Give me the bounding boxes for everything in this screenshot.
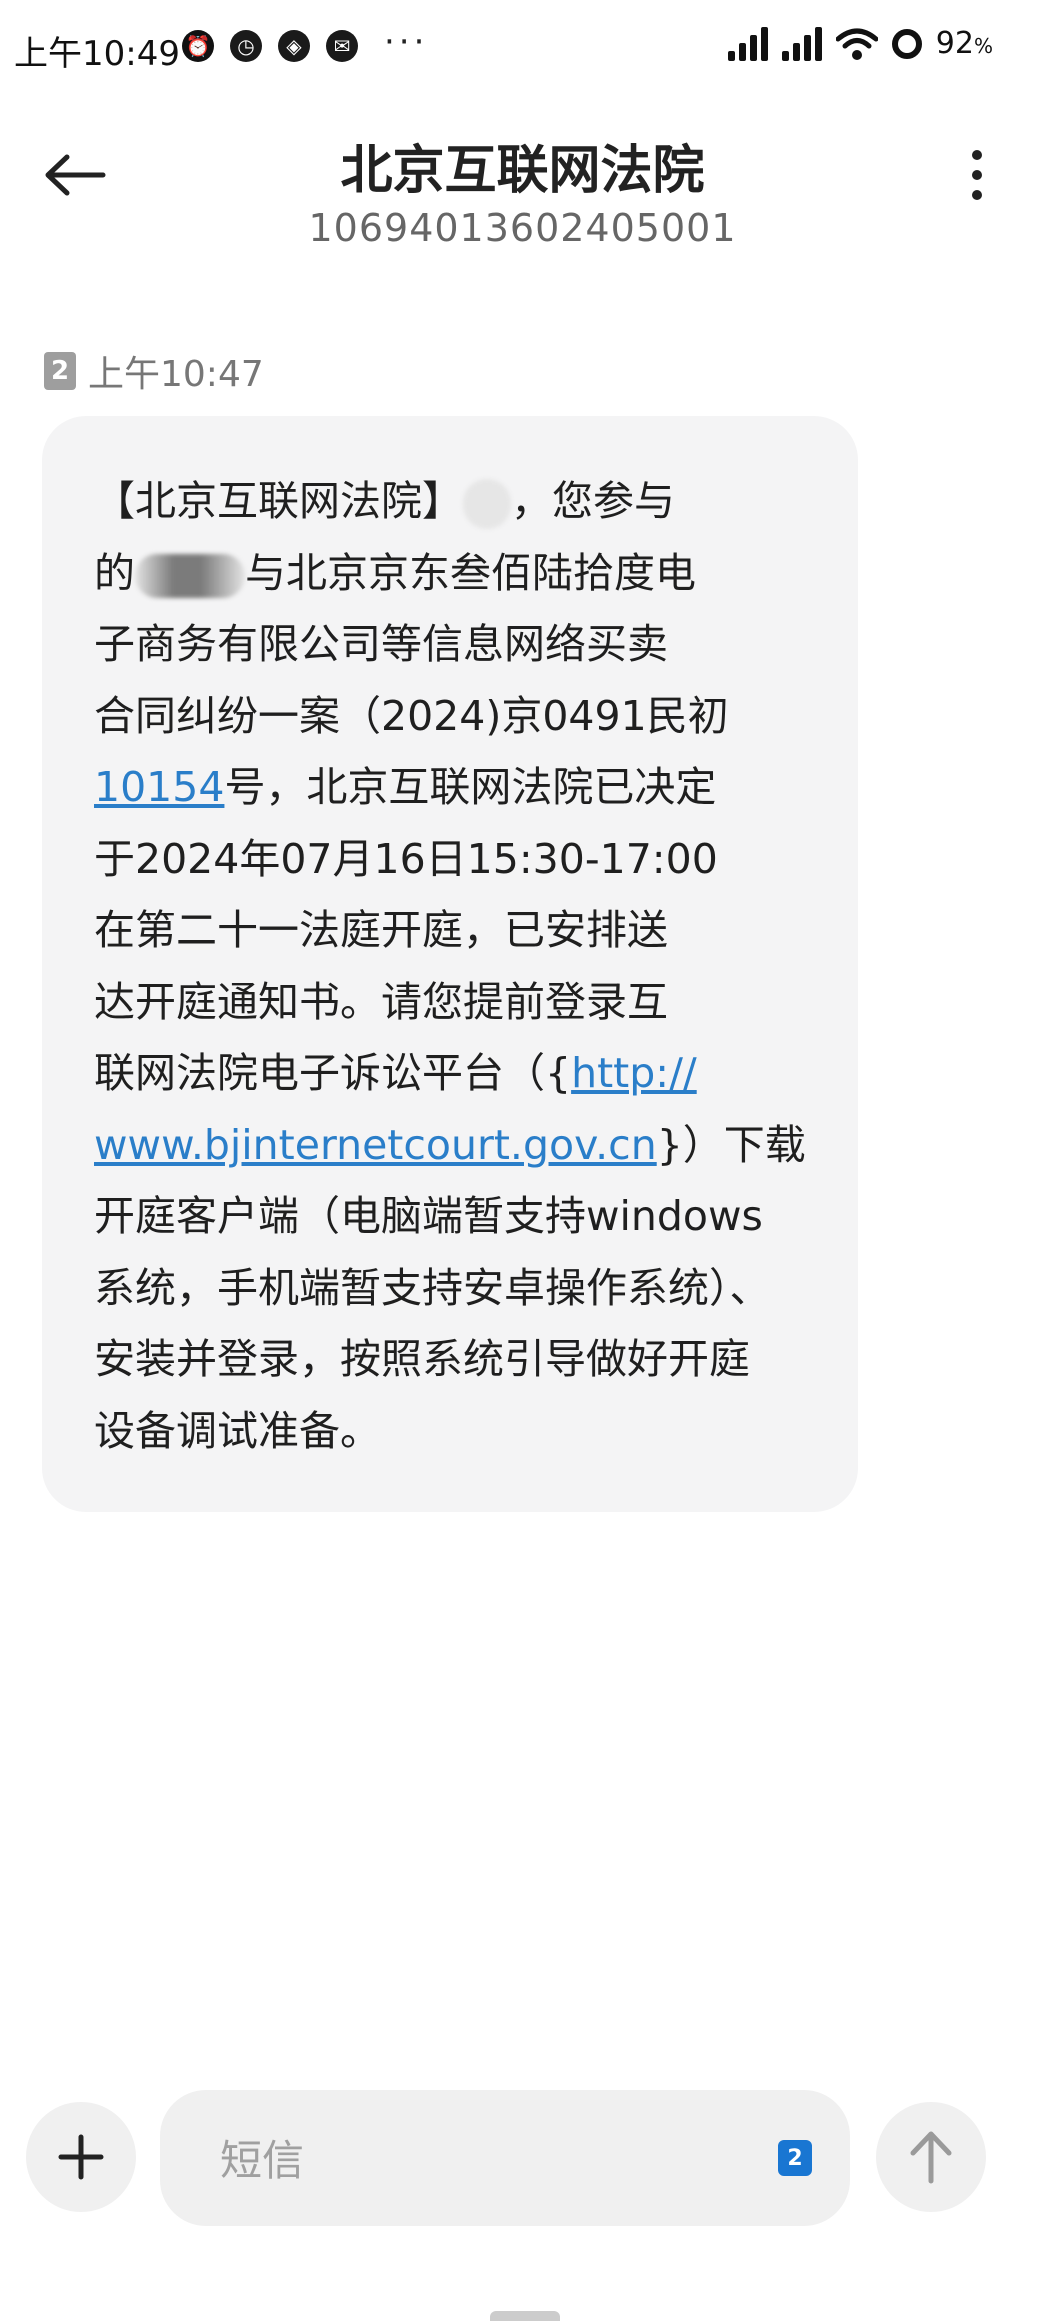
message-text: 【北京互联网法院】 ，您参与 的与北京京东叁佰陆拾度电 子商务有限公司等信息网络买… <box>94 466 818 1467</box>
more-options-button[interactable] <box>957 140 997 210</box>
message-composer: 2 <box>160 2090 850 2226</box>
conversation-header: 北京互联网法院 10694013602405001 <box>0 100 1045 270</box>
signal-icon <box>727 26 768 61</box>
message-time: 上午10:47 <box>88 354 264 395</box>
signal-icon-2 <box>781 26 822 61</box>
battery-icon <box>891 28 922 59</box>
message-input[interactable] <box>218 2124 702 2196</box>
contact-name: 北京互联网法院 <box>340 141 705 201</box>
notification-icons: ⏰ ◷ ◈ ✉ <box>182 30 358 62</box>
alarm-icon: ⏰ <box>182 30 214 62</box>
status-bar: 上午10:49 ⏰ ◷ ◈ ✉ ··· 92% <box>0 0 1045 100</box>
contact-number: 10694013602405001 <box>308 206 737 250</box>
message-segment: 号，北京互联网法院已决定 于2024年07月16日15:30-17:00 在第二… <box>94 763 718 1097</box>
redacted-name <box>135 553 245 598</box>
message-bubble[interactable]: 【北京互联网法院】 ，您参与 的与北京京东叁佰陆拾度电 子商务有限公司等信息网络买… <box>42 416 858 1512</box>
status-right: 92% <box>727 26 993 61</box>
message-segment: }）下载 开庭客户端（电脑端暂支持windows 系统，手机端暂支持安卓操作系统… <box>94 1120 806 1455</box>
wechat-icon: ✉ <box>326 30 358 62</box>
app-notification-icon: ◈ <box>278 30 310 62</box>
wifi-icon <box>835 28 878 60</box>
case-number-link[interactable]: 10154 <box>94 763 224 811</box>
plus-icon <box>58 2134 104 2180</box>
sim-badge: 2 <box>44 352 76 390</box>
clock-icon: ◷ <box>230 30 262 62</box>
gesture-bar <box>490 2311 560 2321</box>
message-meta: 2 上午10:47 <box>44 345 264 397</box>
battery-level: 92% <box>935 26 993 61</box>
redacted-name <box>463 479 511 529</box>
arrow-up-icon <box>910 2131 952 2184</box>
add-attachment-button[interactable] <box>26 2102 136 2212</box>
more-notifications-icon: ··· <box>384 22 429 62</box>
status-time: 上午10:49 <box>14 34 180 74</box>
message-segment: 【北京互联网法院】 <box>94 477 463 525</box>
send-button[interactable] <box>876 2102 986 2212</box>
more-vertical-icon <box>972 150 982 160</box>
sim-selector[interactable]: 2 <box>778 2140 812 2176</box>
